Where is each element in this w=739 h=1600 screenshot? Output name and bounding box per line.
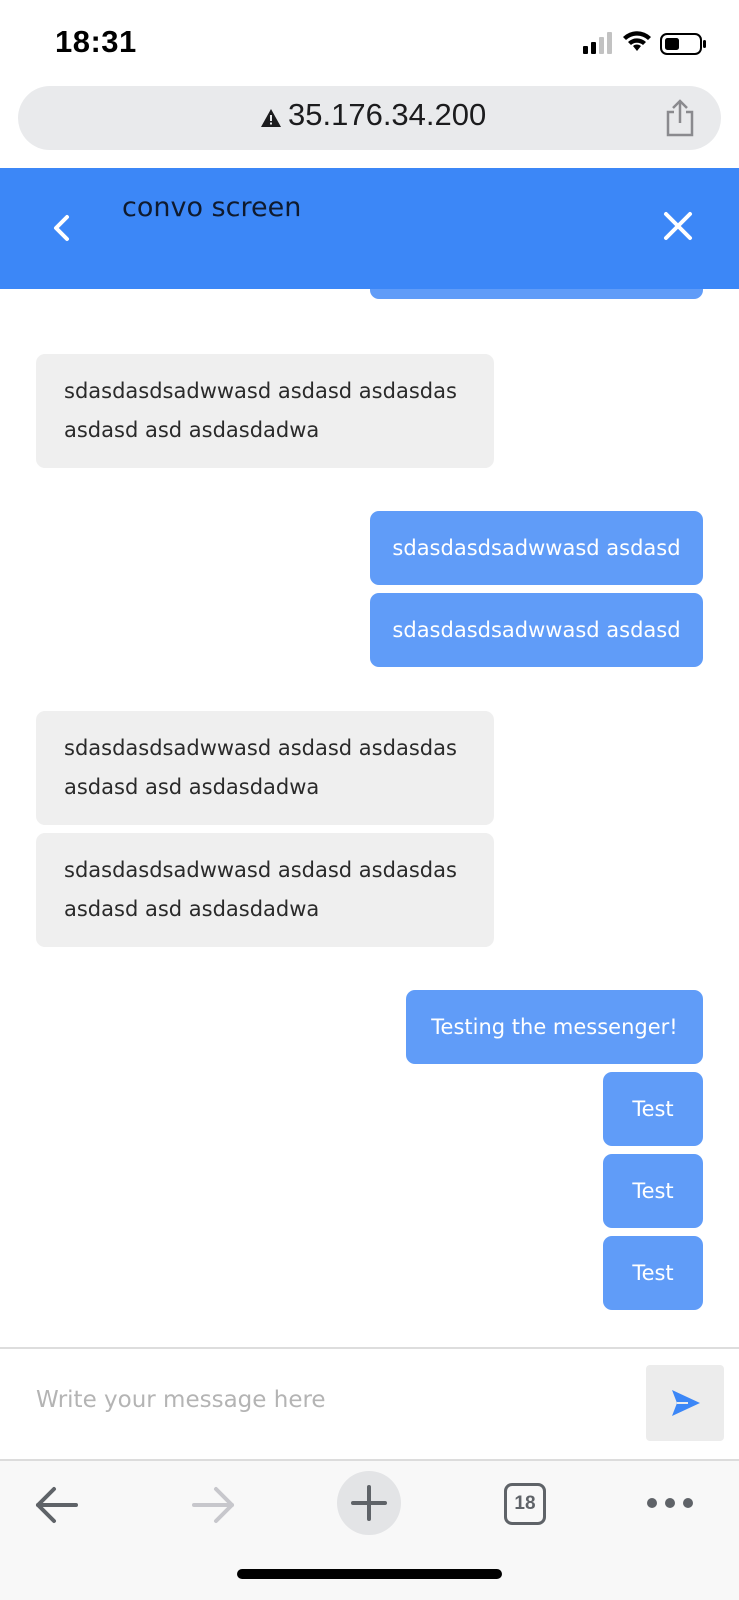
conversation-header: convo screen — [0, 168, 739, 289]
message-bubble-sent: sdasdasdsadwwasd asdasd — [370, 593, 703, 667]
send-button[interactable] — [646, 1365, 724, 1441]
warning-icon — [261, 109, 281, 127]
status-time: 18:31 — [55, 24, 137, 59]
message-bubble-received: sdasdasdsadwwasd asdasd asdasdas asdasd … — [36, 711, 494, 825]
chevron-left-icon[interactable] — [44, 208, 80, 248]
address-bar[interactable]: 35.176.34.200 — [18, 86, 721, 150]
new-tab-button[interactable] — [337, 1471, 401, 1535]
wifi-icon — [623, 31, 651, 51]
message-bubble-sent: Test — [603, 1154, 703, 1228]
message-bubble-received: sdasdasdsadwwasd asdasd asdasdas asdasd … — [36, 833, 494, 947]
page-title: convo screen — [122, 192, 302, 223]
message-list[interactable]: sdasdasdsadwwasd asdasd asdasdas asdasd … — [0, 289, 739, 1347]
screen: 18:31 35.176.34.200 convo screen sdasdas… — [0, 0, 739, 1600]
signal-icon — [583, 32, 612, 54]
status-bar: 18:31 — [0, 0, 739, 84]
plus-icon — [351, 1485, 387, 1521]
home-indicator[interactable] — [237, 1569, 502, 1579]
message-bubble-sent — [370, 289, 703, 299]
battery-icon — [660, 33, 706, 55]
more-icon[interactable] — [645, 1491, 695, 1515]
send-icon — [672, 1390, 700, 1416]
tab-count: 18 — [514, 1493, 536, 1514]
message-composer — [0, 1347, 739, 1461]
message-bubble-sent: Test — [603, 1236, 703, 1310]
share-icon[interactable] — [663, 98, 697, 138]
message-bubble-sent: sdasdasdsadwwasd asdasd — [370, 511, 703, 585]
message-bubble-sent: Testing the messenger! — [406, 990, 703, 1064]
close-icon[interactable] — [660, 206, 696, 246]
forward-arrow-icon[interactable] — [188, 1483, 238, 1527]
url-text[interactable]: 35.176.34.200 — [288, 97, 486, 133]
back-arrow-icon[interactable] — [32, 1483, 82, 1527]
message-input[interactable] — [28, 1373, 644, 1427]
message-bubble-received: sdasdasdsadwwasd asdasd asdasdas asdasd … — [36, 354, 494, 468]
message-bubble-sent: Test — [603, 1072, 703, 1146]
tabs-button[interactable]: 18 — [504, 1483, 546, 1525]
